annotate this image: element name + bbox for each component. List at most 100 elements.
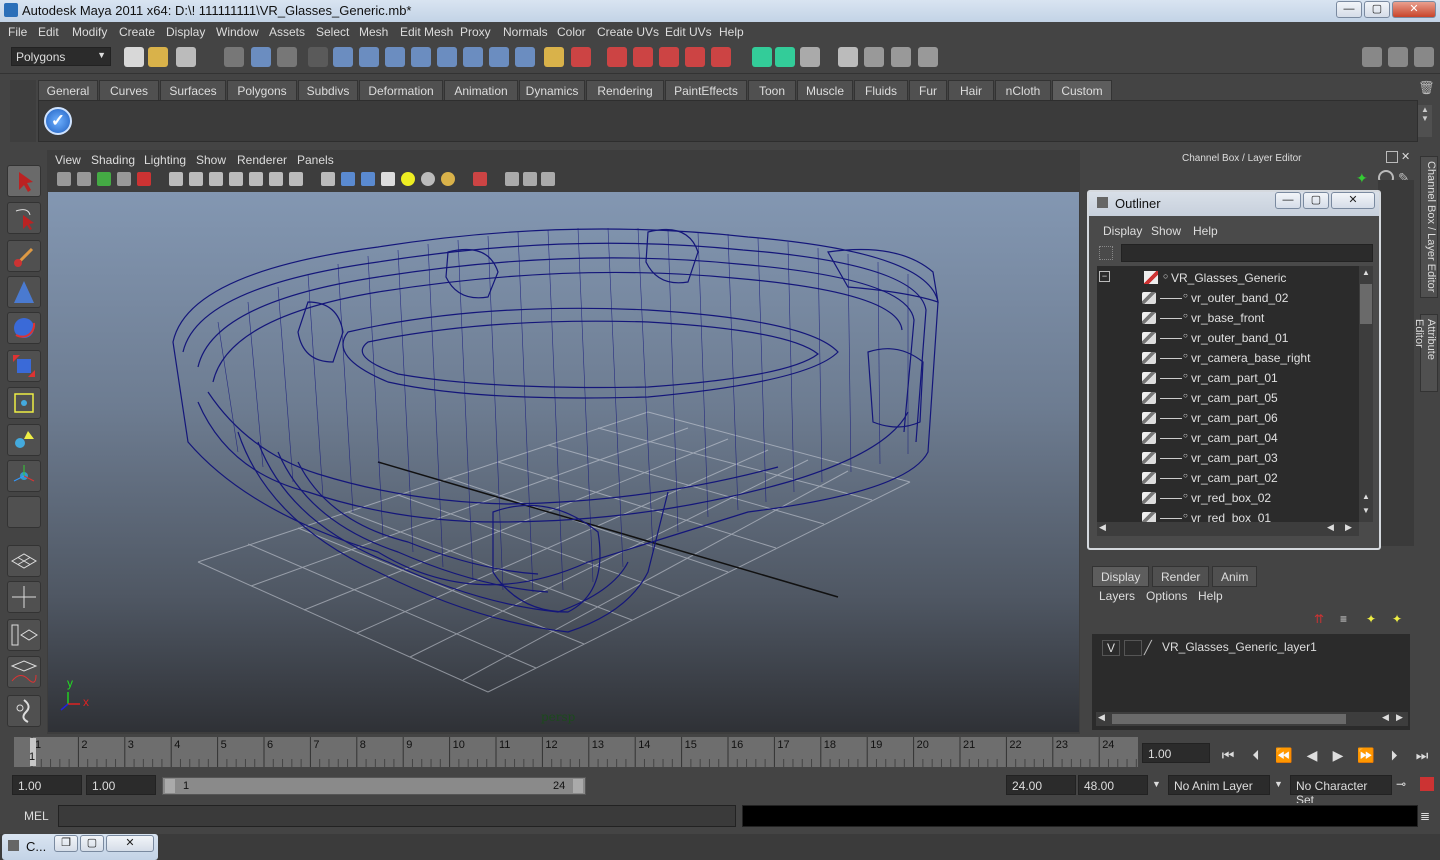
open-scene-icon[interactable] [148, 47, 168, 67]
tab-fluids[interactable]: Fluids [854, 80, 908, 100]
script-icon[interactable] [800, 47, 820, 67]
tab-deformation[interactable]: Deformation [359, 80, 443, 100]
tab-polygons[interactable]: Polygons [227, 80, 297, 100]
scroll-left-icon[interactable]: ◀ [1099, 522, 1106, 533]
construction-history-icon[interactable] [571, 47, 591, 67]
new-layer-icon[interactable]: ✦ [1366, 612, 1384, 628]
minimized-window[interactable]: C... ❐ ▢ ✕ [2, 834, 158, 860]
render-view-icon[interactable] [711, 47, 731, 67]
textured-icon[interactable] [381, 172, 395, 186]
menu-color[interactable]: Color [557, 25, 586, 39]
tab-hair[interactable]: Hair [948, 80, 994, 100]
hypershade-icon[interactable] [685, 47, 705, 67]
layout-four-icon[interactable] [891, 47, 911, 67]
input-line-icon[interactable] [752, 47, 772, 67]
lock-icon[interactable] [544, 47, 564, 67]
resolution-gate-icon[interactable] [209, 172, 223, 186]
new-layer-selected-icon[interactable]: ✦ [1392, 612, 1410, 628]
wireframe-on-shaded-icon[interactable] [361, 172, 375, 186]
playback-start-field[interactable]: 1.00 [86, 775, 156, 795]
gate-mask-icon[interactable] [229, 172, 243, 186]
outliner-maximize-button[interactable]: ▢ [1303, 192, 1329, 209]
outliner-item[interactable]: ○ vr_cam_part_05 [1097, 388, 1359, 408]
select-hierarchy-icon[interactable] [224, 47, 244, 67]
scroll-thumb[interactable] [1360, 284, 1372, 324]
outliner-item[interactable]: ○ vr_red_box_01 [1097, 508, 1359, 522]
layer-menu-options[interactable]: Options [1146, 589, 1187, 603]
outliner-item[interactable]: ○ vr_red_box_02 [1097, 488, 1359, 508]
outliner-item[interactable]: ○ vr_base_front [1097, 308, 1359, 328]
camera-attributes-icon[interactable] [57, 172, 71, 186]
safe-action-icon[interactable] [269, 172, 283, 186]
tab-fur[interactable]: Fur [909, 80, 947, 100]
move-tool-icon[interactable] [7, 276, 41, 308]
manip-icon[interactable]: ✦ [1356, 170, 1372, 186]
outliner-root-row[interactable]: − ○ VR_Glasses_Generic [1097, 268, 1359, 288]
menu-window[interactable]: Window [216, 25, 259, 39]
scroll-left-icon[interactable]: ◀ [1098, 712, 1105, 723]
rotate-tool-icon[interactable] [7, 312, 41, 344]
outliner-minimize-button[interactable]: — [1275, 192, 1301, 209]
minimize-button[interactable]: — [1336, 1, 1362, 18]
tab-layer-display[interactable]: Display [1092, 566, 1150, 587]
field-chart-icon[interactable] [249, 172, 263, 186]
scroll-down-icon[interactable]: ▼ [1360, 506, 1372, 518]
menu-set-select[interactable]: Polygons ▼ [11, 47, 111, 66]
scroll-right-icon[interactable]: ▶ [1396, 712, 1403, 723]
mask-icon[interactable] [308, 47, 328, 67]
menu-edit[interactable]: Edit [38, 25, 59, 39]
film-gate-icon[interactable] [189, 172, 203, 186]
key-icon[interactable]: ⊸ [1396, 777, 1406, 791]
outliner-close-button[interactable]: ✕ [1331, 192, 1375, 209]
outliner-item[interactable]: ○ vr_cam_part_01 [1097, 368, 1359, 388]
menu-select[interactable]: Select [316, 25, 349, 39]
outliner-item[interactable]: ○ vr_outer_band_02 [1097, 288, 1359, 308]
close-button[interactable]: ✕ [106, 835, 154, 852]
hypershade-layout-icon[interactable] [7, 695, 41, 727]
xray-components-icon[interactable] [541, 172, 555, 186]
step-forward-frame-icon[interactable]: ⏵ [1384, 747, 1404, 763]
layer-row[interactable]: V ╱ VR_Glasses_Generic_layer1 [1098, 638, 1402, 656]
step-forward-key-icon[interactable]: ⏩ [1356, 747, 1376, 763]
play-backwards-icon[interactable]: ◀ [1302, 747, 1322, 763]
outliner-item[interactable]: ○ vr_outer_band_01 [1097, 328, 1359, 348]
snap-plane-icon[interactable] [411, 47, 431, 67]
chevron-down-icon[interactable]: ▼ [1152, 779, 1161, 789]
tab-animation[interactable]: Animation [444, 80, 518, 100]
persp-outliner-layout-icon[interactable] [7, 619, 41, 651]
layout-single-icon[interactable] [838, 47, 858, 67]
all-lights-icon[interactable] [421, 172, 435, 186]
checkmark-shelf-icon[interactable]: ✓ [44, 107, 72, 135]
render-current-frame-icon[interactable] [607, 47, 627, 67]
close-button[interactable]: ✕ [1392, 1, 1436, 18]
vp-menu-lighting[interactable]: Lighting [144, 153, 186, 167]
chevron-down-icon[interactable]: ▼ [1274, 779, 1283, 789]
toggle-attribute-editor-icon[interactable] [1388, 47, 1408, 67]
step-back-frame-icon[interactable]: ⏴ [1246, 747, 1266, 763]
go-to-end-icon[interactable]: ⏭ [1412, 747, 1432, 763]
tab-muscle[interactable]: Muscle [797, 80, 853, 100]
outliner-item[interactable]: ○ vr_cam_part_03 [1097, 448, 1359, 468]
persp-graph-layout-icon[interactable] [7, 656, 41, 688]
range-slider[interactable]: 1 24 [162, 777, 586, 795]
ipr-render-icon[interactable] [633, 47, 653, 67]
anim-layer-select[interactable]: No Anim Layer [1168, 775, 1270, 795]
isolate-select-icon[interactable] [505, 172, 519, 186]
default-lighting-icon[interactable] [401, 172, 415, 186]
range-handle-end[interactable] [573, 779, 583, 793]
tab-general[interactable]: General [38, 80, 98, 100]
vp-menu-view[interactable]: View [55, 153, 81, 167]
snap-edge-icon[interactable] [489, 47, 509, 67]
play-forwards-icon[interactable]: ▶ [1328, 747, 1348, 763]
trash-icon[interactable]: 🗑 [1418, 80, 1435, 96]
outliner-menu-help[interactable]: Help [1193, 224, 1218, 238]
grid-toggle-icon[interactable] [169, 172, 183, 186]
menu-modify[interactable]: Modify [72, 25, 107, 39]
scroll-left-icon[interactable]: ◀ [1327, 522, 1334, 533]
outliner-horizontal-scrollbar[interactable]: ◀ ◀ ▶ [1097, 522, 1359, 536]
toggle-tool-settings-icon[interactable] [1414, 47, 1434, 67]
four-view-layout-icon[interactable] [7, 581, 41, 613]
input-mode-icon[interactable] [775, 47, 795, 67]
menu-display[interactable]: Display [166, 25, 205, 39]
vp-menu-panels[interactable]: Panels [297, 153, 334, 167]
